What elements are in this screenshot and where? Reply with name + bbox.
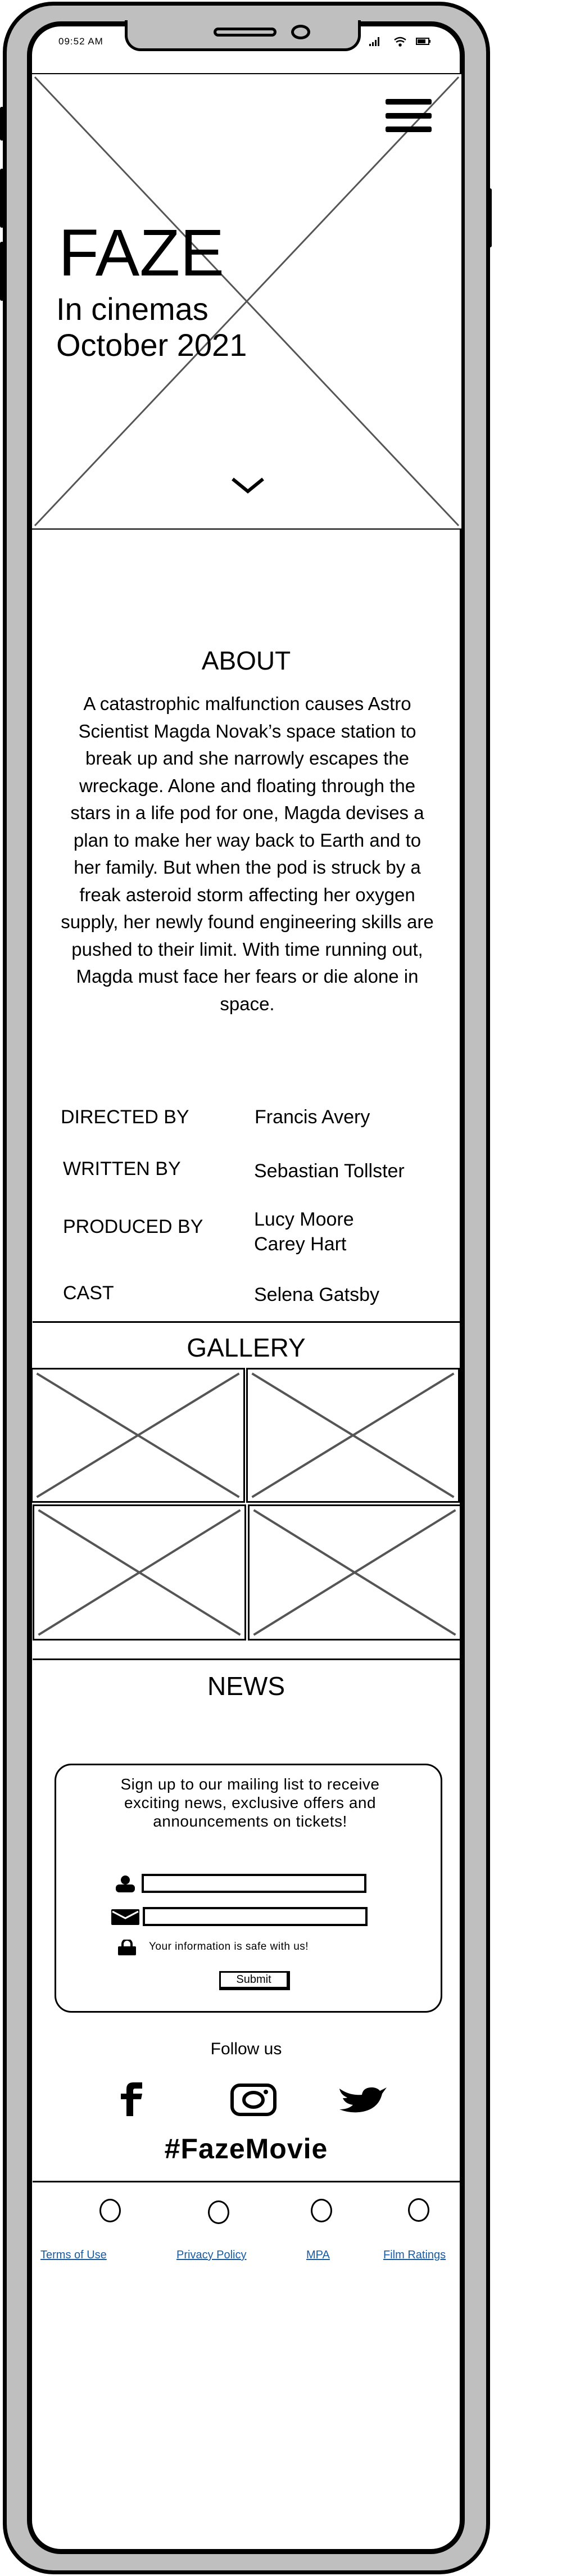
twitter-icon[interactable]	[338, 2086, 388, 2114]
footer-icon-placeholder-2[interactable]	[208, 2200, 229, 2224]
gallery-image-2[interactable]	[246, 1368, 460, 1503]
camera	[291, 25, 310, 39]
privacy-note: Your information is safe with us!	[149, 1941, 309, 1953]
hero-subtitle-line1: In cinemas	[56, 291, 209, 327]
speaker	[214, 28, 277, 37]
chevron-down-icon[interactable]	[230, 477, 265, 495]
credit-label-written: WRITTEN BY	[63, 1158, 181, 1179]
follow-us-heading: Follow us	[210, 2040, 282, 2058]
phone-side-button	[0, 107, 4, 141]
user-icon	[116, 1875, 135, 1892]
phone-power-button	[488, 188, 492, 247]
credit-value-produced-2: Carey Hart	[254, 1233, 347, 1255]
status-icons	[369, 37, 430, 47]
gallery-image-3[interactable]	[33, 1504, 246, 1640]
credit-value-directed: Francis Avery	[255, 1106, 370, 1128]
credit-value-cast: Selena Gatsby	[254, 1284, 380, 1305]
gallery-image-4[interactable]	[248, 1504, 461, 1640]
status-time: 09:52 AM	[58, 36, 103, 47]
signal-icon	[369, 37, 379, 46]
mpa-link[interactable]: MPA	[306, 2249, 330, 2262]
about-heading: ABOUT	[201, 646, 291, 675]
hero-subtitle-line2: October 2021	[56, 327, 247, 363]
footer-divider	[33, 2181, 460, 2182]
about-synopsis: A catastrophic malfunction causes Astro …	[61, 693, 434, 1014]
credit-value-written: Sebastian Tollster	[254, 1160, 405, 1182]
hero-title: FAZE	[58, 216, 225, 290]
gallery-image-1[interactable]	[31, 1368, 245, 1503]
lock-icon	[118, 1940, 136, 1955]
section-divider	[33, 1658, 460, 1660]
envelope-icon	[111, 1909, 139, 1925]
footer-icon-placeholder-4[interactable]	[408, 2198, 429, 2222]
film-ratings-link[interactable]: Film Ratings	[383, 2249, 446, 2262]
footer-icon-placeholder-1[interactable]	[99, 2199, 121, 2222]
phone-volume-down	[0, 242, 4, 301]
signup-text: Sign up to our mailing list to receive e…	[120, 1775, 380, 1830]
email-input[interactable]	[143, 1907, 368, 1926]
instagram-icon[interactable]	[230, 2084, 278, 2116]
submit-button[interactable]: Submit	[219, 1971, 290, 1990]
facebook-icon[interactable]	[116, 2081, 144, 2116]
section-divider	[33, 1321, 460, 1323]
privacy-policy-link[interactable]: Privacy Policy	[176, 2249, 246, 2262]
battery-icon	[416, 38, 430, 45]
terms-of-use-link[interactable]: Terms of Use	[40, 2249, 107, 2262]
gallery-heading: GALLERY	[187, 1333, 306, 1362]
footer-icon-placeholder-3[interactable]	[311, 2199, 332, 2222]
hamburger-menu-icon[interactable]	[384, 98, 433, 133]
phone-volume-up	[0, 169, 4, 228]
credit-label-produced: PRODUCED BY	[63, 1216, 203, 1237]
news-heading: NEWS	[207, 1671, 285, 1701]
credit-label-cast: CAST	[63, 1282, 114, 1304]
credit-value-produced-1: Lucy Moore	[254, 1209, 354, 1230]
name-input[interactable]	[142, 1874, 366, 1893]
wifi-icon	[394, 37, 406, 47]
credit-label-directed: DIRECTED BY	[61, 1106, 189, 1128]
hashtag: #FazeMovie	[164, 2133, 328, 2164]
